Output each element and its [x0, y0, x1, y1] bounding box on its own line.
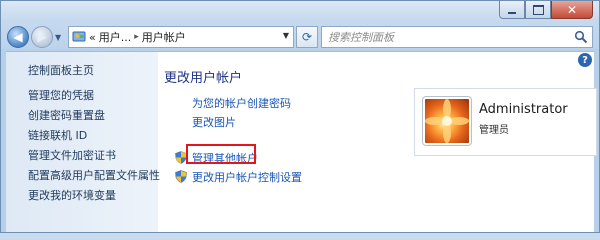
breadcrumb-user[interactable]: 用户...: [99, 29, 132, 45]
flower-picture-icon: [425, 99, 469, 143]
sidebar: 控制面板主页 管理您的凭据 创建密码重置盘 链接联机 ID 管理文件加密证书 配…: [6, 52, 160, 232]
sidebar-item-file-encryption-certs[interactable]: 管理文件加密证书: [28, 146, 160, 166]
navigation-bar: ◀ ▶ ▼ « 用户... ▸ 用户帐户 ▼ ⟳ 搜索控制面板: [7, 25, 593, 49]
uac-shield-icon: [175, 170, 187, 183]
recent-pages-dropdown-icon[interactable]: ▼: [55, 33, 65, 42]
search-input[interactable]: 搜索控制面板: [321, 26, 593, 48]
breadcrumb-separator[interactable]: ▸: [134, 32, 139, 42]
breadcrumb-prefix: «: [89, 30, 96, 44]
change-picture-link[interactable]: 更改图片: [192, 114, 236, 130]
user-avatar: [422, 96, 472, 146]
create-password-link[interactable]: 为您的帐户创建密码: [192, 95, 291, 111]
highlight-box: [186, 144, 256, 164]
uac-settings-link[interactable]: 更改用户帐户控制设置: [192, 169, 302, 185]
sidebar-item-manage-credentials[interactable]: 管理您的凭据: [28, 86, 160, 106]
help-icon[interactable]: ?: [578, 53, 592, 67]
window: ✕ ◀ ▶ ▼ « 用户... ▸ 用户帐户 ▼ ⟳ 搜索控制面板 控制面板主页…: [0, 0, 600, 233]
search-icon[interactable]: [574, 30, 588, 44]
sidebar-item-link-online-id[interactable]: 链接联机 ID: [28, 126, 160, 146]
address-bar[interactable]: « 用户... ▸ 用户帐户 ▼: [68, 26, 294, 48]
close-icon[interactable]: ✕: [551, 1, 593, 19]
user-name: Administrator: [479, 102, 568, 117]
control-panel-icon: [72, 31, 86, 42]
breadcrumb-user-accounts[interactable]: 用户帐户: [142, 29, 186, 45]
content-area: 控制面板主页 管理您的凭据 创建密码重置盘 链接联机 ID 管理文件加密证书 配…: [6, 51, 597, 232]
maximize-icon[interactable]: [525, 1, 551, 19]
sidebar-item-environment-variables[interactable]: 更改我的环境变量: [28, 186, 160, 206]
refresh-icon[interactable]: ⟳: [296, 26, 318, 48]
sidebar-home-link[interactable]: 控制面板主页: [28, 62, 94, 78]
search-placeholder: 搜索控制面板: [328, 31, 394, 44]
sidebar-item-password-reset-disk[interactable]: 创建密码重置盘: [28, 106, 160, 126]
address-dropdown-icon[interactable]: ▼: [283, 31, 289, 40]
user-role: 管理员: [479, 125, 509, 136]
back-arrow-icon[interactable]: ◀: [7, 26, 29, 48]
main-panel: ? 更改用户帐户 为您的帐户创建密码 更改图片 管理其他帐户 更改用户帐户控制设…: [158, 52, 597, 232]
forward-arrow-icon[interactable]: ▶: [31, 26, 53, 48]
sidebar-task-list: 管理您的凭据 创建密码重置盘 链接联机 ID 管理文件加密证书 配置高级用户配置…: [28, 86, 160, 206]
caption-buttons: ✕: [499, 1, 593, 19]
user-account-card: Administrator 管理员: [414, 88, 597, 156]
minimize-icon[interactable]: [499, 1, 525, 19]
page-title: 更改用户帐户: [164, 71, 243, 86]
sidebar-item-advanced-profile-properties[interactable]: 配置高级用户配置文件属性: [28, 166, 160, 186]
